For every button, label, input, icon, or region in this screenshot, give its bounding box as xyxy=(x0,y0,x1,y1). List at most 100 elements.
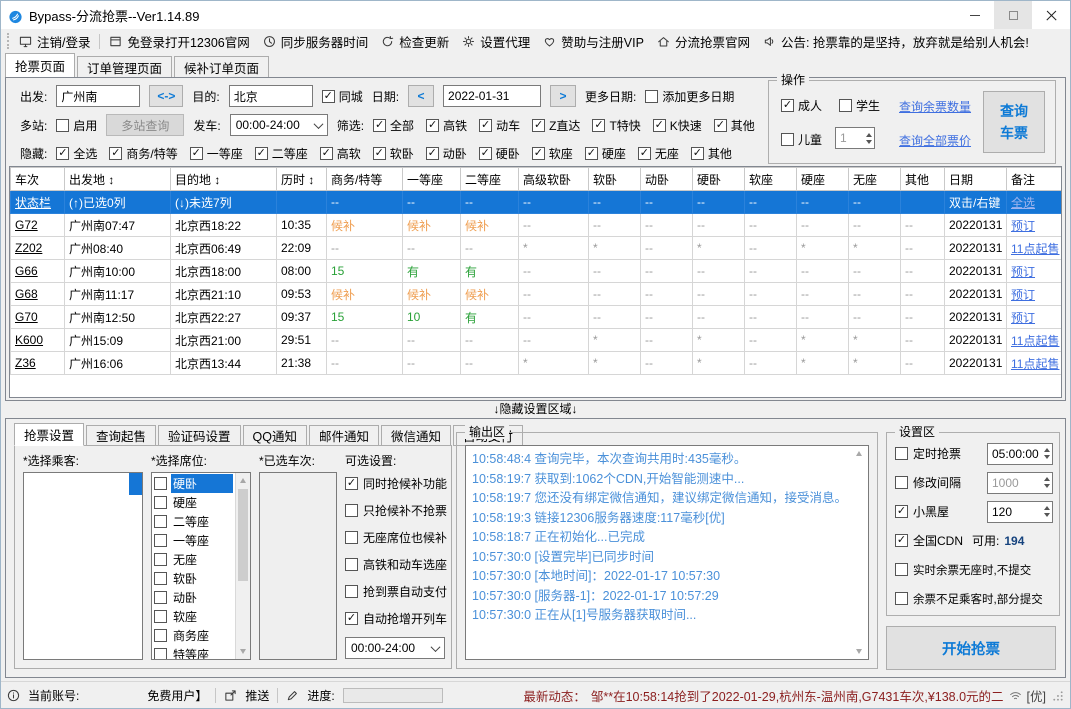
setting-timed-grab[interactable]: 定时抢票 05:00:00 xyxy=(895,439,1053,468)
seat-option[interactable]: 动卧 xyxy=(153,588,234,607)
checkbox[interactable]: ✓ xyxy=(345,612,358,625)
checkbox[interactable]: ✓ xyxy=(189,146,203,160)
seat-option[interactable]: 商务座 xyxy=(153,626,234,645)
train-number-link[interactable]: Z202 xyxy=(15,241,42,255)
setting-modify-interval[interactable]: 修改间隔 1000 xyxy=(895,468,1053,497)
train-number-link[interactable]: K600 xyxy=(15,333,43,347)
spinner-arrows[interactable] xyxy=(1044,506,1050,517)
checkbox[interactable]: ✓ xyxy=(532,118,546,132)
checkbox[interactable] xyxy=(895,447,908,460)
checkbox[interactable] xyxy=(645,89,659,103)
checkbox[interactable] xyxy=(154,591,167,604)
setting-national-cdn[interactable]: ✓ 全国CDN 可用: 194 xyxy=(895,526,1053,555)
hide-option[interactable]: ✓ 硬卧 xyxy=(478,145,520,162)
filter-option[interactable]: ✓ 其他 xyxy=(713,117,755,134)
checkbox[interactable] xyxy=(154,496,167,509)
spinner-arrows[interactable] xyxy=(1044,448,1050,459)
train-number-link[interactable]: G68 xyxy=(15,287,38,301)
seat-option[interactable]: 一等座 xyxy=(153,531,234,550)
column-header[interactable]: 目的地 ↕ xyxy=(170,167,277,191)
train-number-link[interactable]: G70 xyxy=(15,310,38,324)
tab-mail-notify[interactable]: 邮件通知 xyxy=(309,425,380,446)
date-next-button[interactable]: > xyxy=(550,85,577,107)
date-input[interactable] xyxy=(443,85,542,107)
close-button[interactable] xyxy=(1032,1,1070,29)
filter-option[interactable]: ✓ K快速 xyxy=(652,117,702,134)
spinner-arrows[interactable] xyxy=(866,132,872,144)
booking-option[interactable]: ✓ 同时抢候补功能 xyxy=(345,470,447,497)
scroll-down-icon[interactable] xyxy=(856,649,862,654)
hide-option[interactable]: ✓ 硬座 xyxy=(584,145,626,162)
child-count-spinner[interactable]: 1 xyxy=(835,127,875,149)
checkbox[interactable]: ✓ xyxy=(56,146,70,160)
seat-option[interactable]: 二等座 xyxy=(153,512,234,531)
checkbox[interactable] xyxy=(345,504,358,517)
checkbox[interactable]: ✓ xyxy=(531,146,545,160)
setting-spinner[interactable]: 1000 xyxy=(987,471,1053,494)
column-header[interactable]: 硬座 xyxy=(796,167,849,191)
seat-option[interactable]: 软座 xyxy=(153,607,234,626)
checkbox[interactable] xyxy=(154,534,167,547)
tab-grab-settings[interactable]: 抢票设置 xyxy=(14,423,85,446)
note-link[interactable]: 11点起售 xyxy=(1011,334,1059,348)
note-link[interactable]: 预订 xyxy=(1011,265,1035,279)
seat-option[interactable]: 硬卧 xyxy=(153,474,234,493)
query-remaining-tickets-link[interactable]: 查询余票数量 xyxy=(899,98,971,115)
hide-settings-divider[interactable]: ↓隐藏设置区域↓ xyxy=(5,401,1066,418)
toolbar-item-open-12306[interactable]: 免登录打开12306官网 xyxy=(109,32,250,51)
scrollbar-thumb[interactable] xyxy=(238,489,248,581)
checkbox[interactable] xyxy=(56,118,70,132)
note-link[interactable]: 预订 xyxy=(1011,219,1035,233)
toolbar-item-official-site[interactable]: 分流抢票官网 xyxy=(657,32,750,51)
checkbox[interactable]: ✓ xyxy=(895,505,908,518)
add-more-dates-checkbox[interactable]: 添加更多日期 xyxy=(645,88,734,105)
train-number-link[interactable]: Z36 xyxy=(15,356,36,370)
checkbox[interactable] xyxy=(154,610,167,623)
seat-scrollbar[interactable] xyxy=(235,473,250,659)
booking-option[interactable]: 只抢候补不抢票 xyxy=(345,497,447,524)
checkbox[interactable]: ✓ xyxy=(690,146,704,160)
checkbox[interactable] xyxy=(154,553,167,566)
checkbox[interactable] xyxy=(154,477,167,490)
note-link[interactable]: 11点起售 xyxy=(1011,357,1059,371)
setting-partial-submit[interactable]: 余票不足乘客时,部分提交 xyxy=(895,584,1053,613)
train-number-link[interactable]: G66 xyxy=(15,264,38,278)
column-header[interactable]: 高级软卧 xyxy=(518,167,589,191)
checkbox[interactable]: ✓ xyxy=(592,118,606,132)
hide-option[interactable]: ✓ 商务/特等 xyxy=(109,145,178,162)
booking-option[interactable]: 无座席位也候补 xyxy=(345,524,447,551)
checkbox[interactable]: ✓ xyxy=(321,89,335,103)
toolbar-item-logout-login[interactable]: 注销/登录 xyxy=(19,32,90,51)
checkbox[interactable]: ✓ xyxy=(372,146,386,160)
hide-option[interactable]: ✓ 全选 xyxy=(56,145,97,162)
tab-qq-notify[interactable]: QQ通知 xyxy=(242,425,307,446)
tab-order-manage-page[interactable]: 订单管理页面 xyxy=(77,56,173,77)
select-all-link[interactable]: 全选 xyxy=(1011,196,1035,210)
column-header[interactable]: 商务/特等 xyxy=(326,167,403,191)
booking-option[interactable]: 高铁和动车选座 xyxy=(345,551,447,578)
booking-time-combo[interactable]: 00:00-24:00 xyxy=(345,637,445,659)
resize-grip[interactable] xyxy=(1051,689,1064,702)
note-link[interactable]: 预订 xyxy=(1011,288,1035,302)
hide-option[interactable]: ✓ 一等座 xyxy=(189,145,243,162)
checkbox[interactable] xyxy=(895,592,908,605)
checkbox[interactable] xyxy=(839,99,852,112)
checkbox[interactable]: ✓ xyxy=(345,477,358,490)
train-row[interactable]: K600 广州15:09 北京西21:00 29:51 -- -- -- -- * -- * -- * *… xyxy=(10,328,1061,352)
checkbox[interactable] xyxy=(154,629,167,642)
checkbox[interactable]: ✓ xyxy=(426,118,440,132)
checkbox[interactable]: ✓ xyxy=(584,146,598,160)
checkbox[interactable] xyxy=(895,563,908,576)
train-row[interactable]: G70 广州南12:50 北京西22:27 09:37 15 10 有 -- -- -- -- -- -… xyxy=(10,305,1061,329)
start-grab-button[interactable]: 开始抢票 xyxy=(886,626,1056,670)
setting-blacklist-house[interactable]: ✓ 小黑屋 120 xyxy=(895,497,1053,526)
column-header[interactable]: 出发地 ↕ xyxy=(64,167,171,191)
checkbox[interactable] xyxy=(154,572,167,585)
tab-captcha-settings[interactable]: 验证码设置 xyxy=(158,425,241,446)
checkbox[interactable]: ✓ xyxy=(637,146,651,160)
column-header[interactable]: 二等座 xyxy=(460,167,519,191)
toolbar-item-check-update[interactable]: 检查更新 xyxy=(381,32,449,51)
hide-option[interactable]: ✓ 其他 xyxy=(690,145,732,162)
toolbar-item-set-proxy[interactable]: 设置代理 xyxy=(462,32,530,51)
filter-option[interactable]: ✓ 高铁 xyxy=(426,117,467,134)
